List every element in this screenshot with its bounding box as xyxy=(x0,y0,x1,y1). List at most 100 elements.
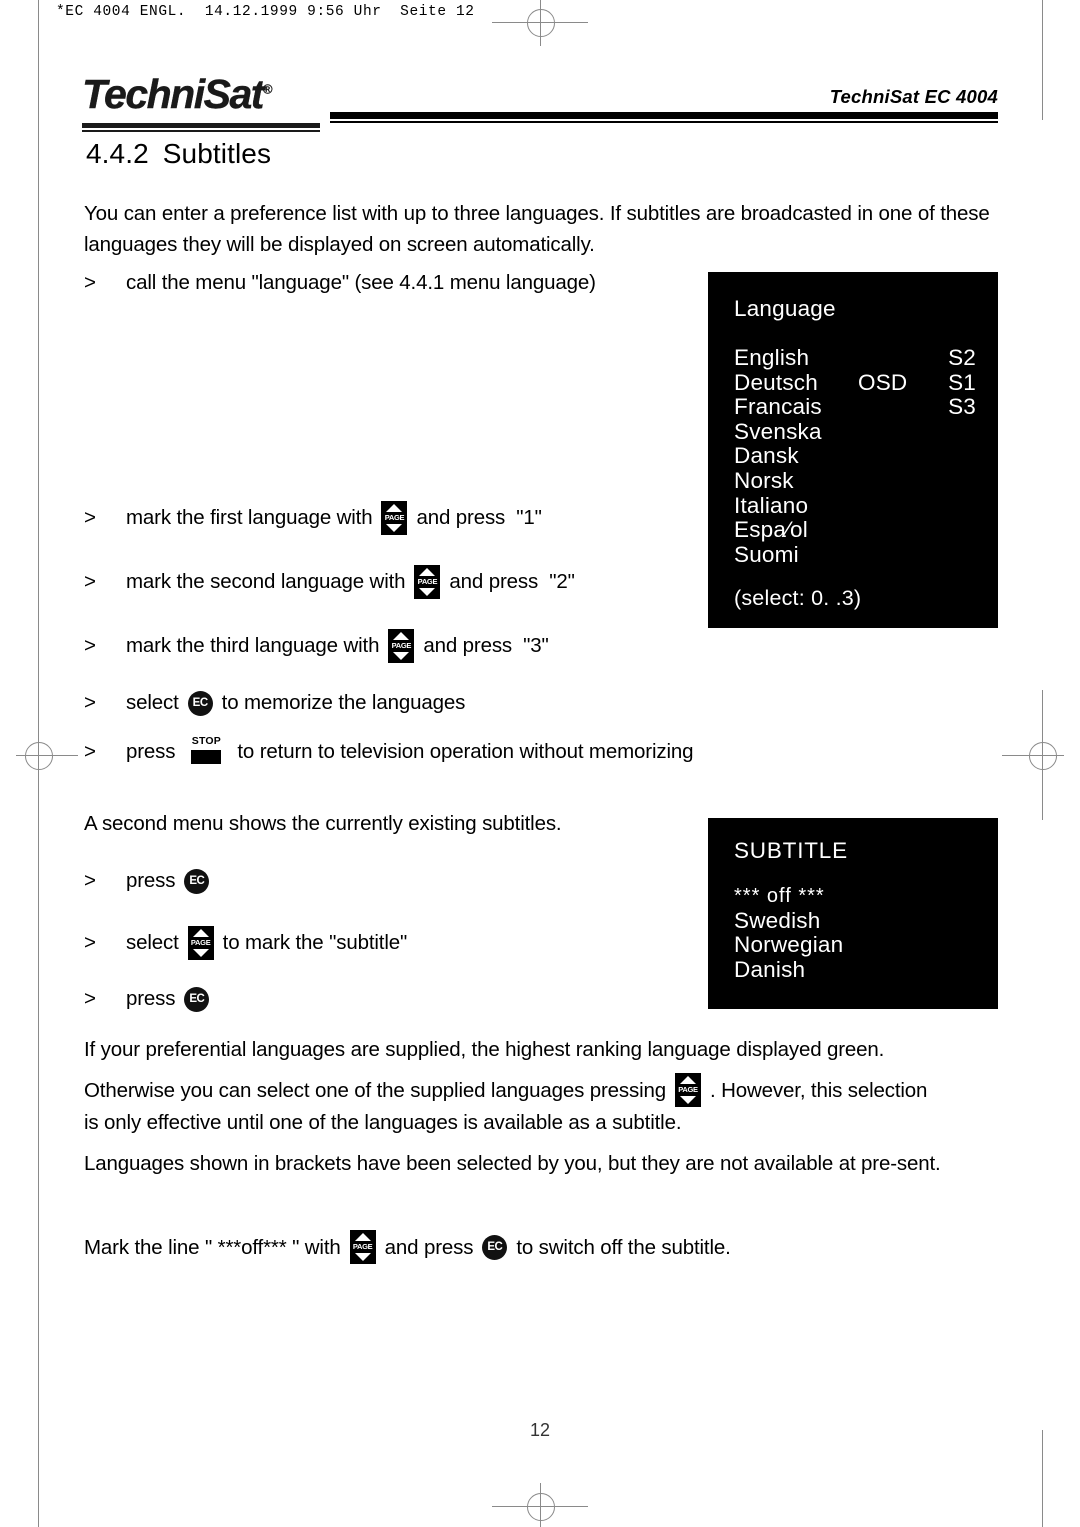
osd-spacer xyxy=(734,866,972,884)
registered-trademark-icon: ® xyxy=(262,81,273,97)
triangle-up-icon xyxy=(386,504,403,512)
logo-underline xyxy=(82,123,320,128)
technisat-logo: TechniSat® xyxy=(82,73,273,115)
bullet-chevron: > xyxy=(84,869,96,892)
step-press-stop-label-pre: press xyxy=(126,740,176,763)
masthead-rule-thin xyxy=(330,121,998,123)
osd-language-name: Espa⁄ol xyxy=(734,517,808,543)
osd-language-row[interactable]: Espa⁄ol xyxy=(734,518,972,543)
page-up-down-key-icon[interactable]: PAGE xyxy=(381,501,408,535)
bullet-chevron: > xyxy=(84,570,96,593)
osd-subtitle-item[interactable]: Norwegian xyxy=(734,933,972,958)
registration-mark-left xyxy=(25,742,53,770)
bullet-chevron: > xyxy=(84,506,96,529)
stop-key-pad xyxy=(191,750,222,764)
paragraph-brackets-note: Languages shown in brackets have been se… xyxy=(84,1152,941,1175)
paragraph-mark-off-post: to switch off the subtitle. xyxy=(516,1235,731,1259)
ec-key-icon[interactable]: EC xyxy=(187,690,213,716)
paragraph-otherwise: Otherwise you can select one of the supp… xyxy=(84,1073,1014,1138)
trim-mark-right-vertical-bottom xyxy=(1042,1430,1043,1527)
bullet-chevron: > xyxy=(84,691,96,714)
step-press-ec-second-label: press xyxy=(126,987,176,1010)
ec-key-icon[interactable]: EC xyxy=(482,1234,508,1260)
triangle-up-icon xyxy=(393,632,410,640)
step-mark-third-label-post: and press "3" xyxy=(423,634,549,657)
stop-key-icon[interactable]: STOP xyxy=(184,735,228,769)
page-up-down-key-icon[interactable]: PAGE xyxy=(414,565,441,599)
osd-subtitle-title: SUBTITLE xyxy=(734,838,848,863)
step-press-ec-first-label: press xyxy=(126,869,176,892)
paragraph-mark-off-mid: and press xyxy=(384,1235,474,1259)
step-mark-third-label-pre: mark the third language with xyxy=(126,634,380,657)
registration-mark-right xyxy=(1029,742,1057,770)
osd-language-title: Language xyxy=(734,296,836,321)
osd-language-osd-flag xyxy=(858,543,936,568)
page-up-down-key-icon[interactable]: PAGE xyxy=(388,629,415,663)
osd-language-row[interactable]: Italiano xyxy=(734,492,972,519)
osd-language-name: Italiano xyxy=(734,492,809,518)
trim-mark-right-vertical xyxy=(1042,0,1043,120)
triangle-down-icon xyxy=(354,1253,371,1261)
intro-paragraph: You can enter a preference list with up … xyxy=(84,202,990,256)
step-mark-first-label-post: and press "1" xyxy=(416,506,542,529)
page-up-down-key-icon[interactable]: PAGE xyxy=(187,926,214,960)
osd-language-slot xyxy=(936,494,976,519)
step-mark-third-language: > mark the third language with PAGE and … xyxy=(84,629,549,663)
osd-language-name: Norsk xyxy=(734,467,794,493)
step-memorize: > select EC to memorize the languages xyxy=(84,688,465,718)
triangle-up-icon xyxy=(419,568,436,576)
page-key-label: PAGE xyxy=(384,513,405,522)
osd-language-row[interactable]: Dansk xyxy=(734,444,972,469)
osd-language-slot xyxy=(936,543,976,568)
step-press-stop-label-post: to return to television operation withou… xyxy=(237,740,694,763)
ec-key-icon[interactable]: EC xyxy=(184,868,210,894)
osd-language-osd-flag xyxy=(858,395,936,420)
osd-subtitle-item[interactable]: Swedish xyxy=(734,908,972,934)
osd-language-osd-flag xyxy=(858,469,936,494)
osd-subtitle-item-off[interactable]: *** off *** xyxy=(734,884,972,909)
masthead: TechniSat® TechniSat EC 4004 xyxy=(82,73,998,132)
paragraph-mark-off: Mark the line " ***off*** " with PAGE an… xyxy=(84,1230,1014,1264)
step-mark-first-language: > mark the first language with PAGE and … xyxy=(84,501,542,535)
bullet-chevron: > xyxy=(84,271,96,294)
ec-key-icon[interactable]: EC xyxy=(184,986,210,1012)
step-select-subtitle-label-pre: select xyxy=(126,931,179,954)
page-key-label: PAGE xyxy=(352,1242,373,1251)
paragraph-otherwise-line2: is only effective until one of the langu… xyxy=(84,1111,682,1134)
osd-subtitle-item[interactable]: Danish xyxy=(734,957,972,983)
osd-language-name: Deutsch xyxy=(734,369,818,395)
print-file-info-strip: *EC 4004 ENGL. 14.12.1999 9:56 Uhr Seite… xyxy=(56,4,475,20)
osd-language-row[interactable]: Deutsch OSD S1 xyxy=(734,369,976,396)
step-call-menu: > call the menu "language" (see 4.4.1 me… xyxy=(84,268,596,298)
model-label: TechniSat EC 4004 xyxy=(829,86,998,107)
osd-language-footer: (select: 0. .3) xyxy=(734,586,862,611)
osd-language-name: Svenska xyxy=(734,418,822,444)
page-up-down-key-icon[interactable]: PAGE xyxy=(675,1073,702,1107)
osd-language-row[interactable]: Suomi xyxy=(734,541,972,568)
triangle-down-icon xyxy=(680,1096,697,1104)
triangle-down-icon xyxy=(192,949,209,957)
second-menu-note: A second menu shows the currently existi… xyxy=(84,812,562,835)
osd-language-row[interactable]: Svenska xyxy=(734,418,972,445)
osd-language-slot xyxy=(936,469,976,494)
osd-language-name: English xyxy=(734,345,810,370)
osd-language-slot xyxy=(936,444,976,469)
step-press-ec-second: > press EC xyxy=(84,984,218,1014)
paragraph-mark-off-pre: Mark the line " ***off*** " with xyxy=(84,1235,341,1259)
osd-language-slot xyxy=(936,420,976,445)
osd-language-name: Suomi xyxy=(734,541,799,567)
page-up-down-key-icon[interactable]: PAGE xyxy=(349,1230,376,1264)
triangle-down-icon xyxy=(419,588,436,596)
osd-language-osd-flag: OSD xyxy=(858,369,908,395)
osd-language-row[interactable]: English S2 xyxy=(734,345,976,371)
osd-language-osd-flag xyxy=(858,444,936,469)
step-select-subtitle: > select PAGE to mark the "subtitle" xyxy=(84,926,407,960)
osd-language-row[interactable]: Norsk xyxy=(734,467,972,494)
osd-language-row[interactable]: Francais S3 xyxy=(734,395,976,420)
registration-mark-top xyxy=(527,9,555,37)
step-press-stop: > press STOP to return to television ope… xyxy=(84,735,694,769)
section-title: Subtitles xyxy=(162,138,272,169)
logo-underline-thin xyxy=(82,130,320,132)
osd-subtitle-menu: SUBTITLE *** off *** Swedish Norwegian D… xyxy=(708,818,998,1009)
page-title: 4.4.2 Subtitles xyxy=(86,138,271,170)
